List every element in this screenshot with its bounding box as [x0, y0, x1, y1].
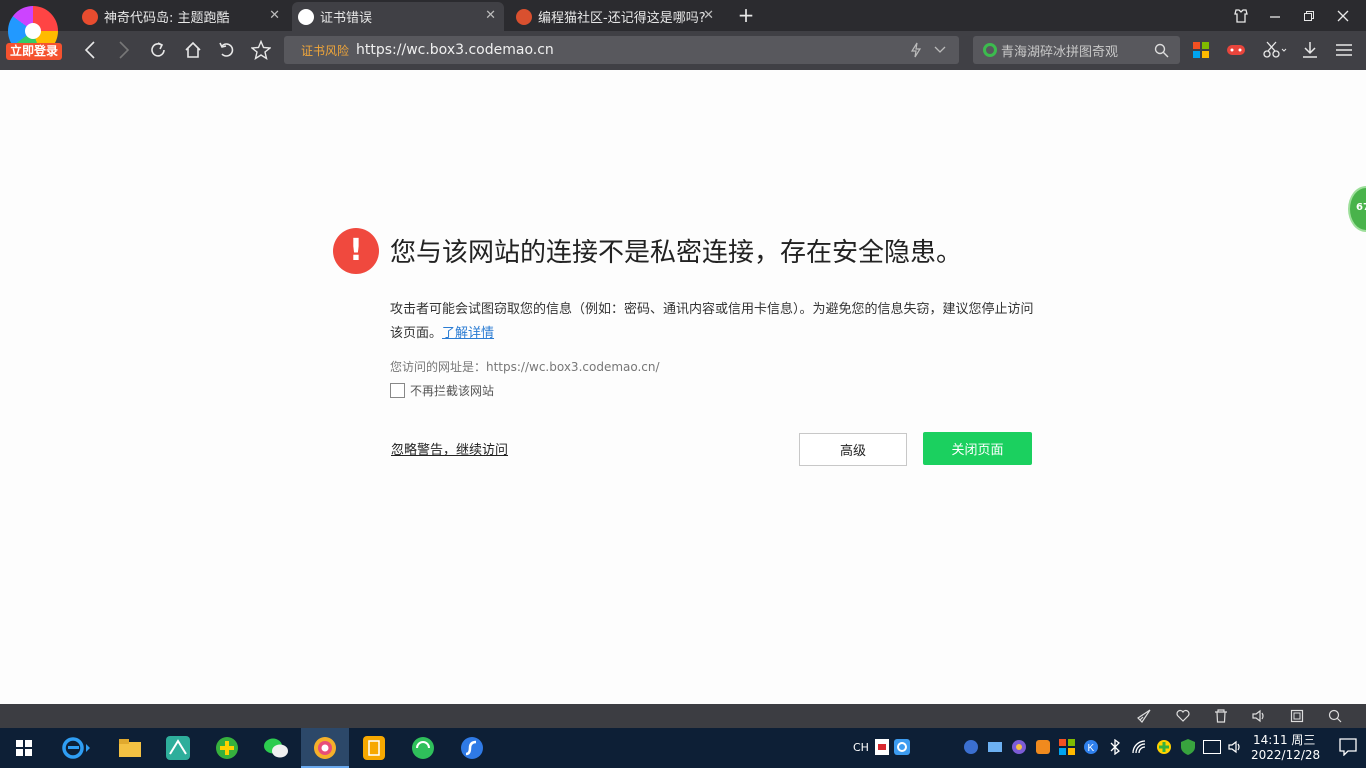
health-heart-icon[interactable]: [1175, 708, 1191, 724]
orange-tray-icon[interactable]: [1034, 737, 1052, 757]
search-engine-icon[interactable]: [983, 43, 997, 57]
tab-title: 编程猫社区-还记得这是哪吗?: [538, 11, 706, 26]
wifi-icon[interactable]: [1130, 737, 1150, 757]
k-tray-icon[interactable]: K: [1082, 737, 1100, 757]
security-guard-icon[interactable]: [213, 734, 241, 762]
tray-app-icon[interactable]: [962, 737, 980, 757]
learn-more-link[interactable]: 了解详情: [442, 326, 494, 341]
tab-title: 神奇代码岛: 主题跑酷: [104, 11, 230, 26]
internet-explorer-icon[interactable]: [62, 734, 90, 762]
undo-close-tab-icon[interactable]: [217, 40, 237, 60]
close-page-button[interactable]: 关闭页面: [923, 432, 1032, 465]
maps-app-icon[interactable]: [164, 734, 192, 762]
speaker-icon[interactable]: [1226, 737, 1246, 757]
login-badge[interactable]: 立即登录: [6, 43, 62, 60]
game-controller-icon[interactable]: [1225, 41, 1247, 59]
search-placeholder: 青海湖碎冰拼图奇观: [1001, 44, 1119, 60]
paint-tray-icon[interactable]: [1010, 737, 1028, 757]
url-text[interactable]: https://wc.box3.codemao.cn: [356, 42, 554, 58]
wechat-icon[interactable]: [262, 734, 290, 762]
colorful-tray-icon[interactable]: [1058, 737, 1076, 757]
windows-taskbar: CH K: [0, 728, 1366, 768]
pdf-tray-icon[interactable]: [872, 736, 892, 758]
zoom-icon[interactable]: [1327, 708, 1343, 724]
bluetooth-icon[interactable]: [1106, 737, 1124, 757]
tab-codemao-island[interactable]: 神奇代码岛: 主题跑酷 ✕: [76, 2, 288, 31]
address-bar[interactable]: 证书风险 https://wc.box3.codemao.cn: [284, 36, 959, 64]
screenshot-scissors-icon[interactable]: [1261, 41, 1289, 59]
blank-page-favicon-icon: [298, 8, 314, 25]
browser-statusbar: [0, 704, 1366, 728]
chevron-down-icon[interactable]: [932, 42, 948, 58]
flash-app-icon[interactable]: [458, 734, 486, 762]
apps-grid-icon[interactable]: [1192, 41, 1210, 59]
menu-icon[interactable]: [1334, 40, 1354, 60]
advanced-button[interactable]: 高级: [799, 433, 907, 466]
qq-tray-icon[interactable]: [892, 736, 912, 758]
volume-icon[interactable]: [1251, 708, 1267, 724]
ime-indicator[interactable]: CH: [853, 741, 869, 754]
page-content: ! 您与该网站的连接不是私密连接，存在安全隐患。 攻击者可能会试图窃取您的信息（…: [0, 70, 1366, 704]
codemao-favicon-icon: [82, 8, 98, 25]
page-title: 您与该网站的连接不是私密连接，存在安全隐患。: [390, 238, 963, 268]
ime-mode-icon[interactable]: [1202, 737, 1222, 757]
download-icon[interactable]: [1300, 40, 1320, 60]
clock-time[interactable]: 14:11 周三: [1253, 731, 1315, 748]
bookmark-star-icon[interactable]: [251, 40, 271, 60]
windows-start-icon[interactable]: [10, 734, 38, 762]
browser-titlebar: 神奇代码岛: 主题跑酷 ✕ 证书错误 ✕ 编程猫社区-还记得这是哪吗? ✕ +: [0, 0, 1366, 31]
guard-tray-icon[interactable]: [1154, 737, 1174, 757]
ignore-warning-link[interactable]: 忽略警告，继续访问: [391, 439, 508, 458]
no-block-label[interactable]: 不再拦截该网站: [410, 382, 494, 399]
search-box[interactable]: 青海湖碎冰拼图奇观: [973, 36, 1180, 64]
file-explorer-icon[interactable]: [116, 734, 144, 762]
minimize-icon[interactable]: [1266, 7, 1284, 25]
search-icon[interactable]: [1153, 42, 1169, 58]
error-exclamation-icon: !: [333, 228, 379, 274]
tab-title: 证书错误: [320, 11, 373, 26]
no-block-checkbox[interactable]: [390, 383, 405, 398]
tab-close-icon[interactable]: ✕: [703, 8, 714, 23]
close-window-icon[interactable]: [1334, 7, 1352, 25]
clock-date[interactable]: 2022/12/28: [1251, 748, 1320, 762]
forward-icon[interactable]: [114, 40, 134, 60]
visited-url-text: 您访问的网址是：https://wc.box3.codemao.cn/: [390, 360, 660, 374]
tab-close-icon[interactable]: ✕: [269, 8, 280, 23]
warning-description: 攻击者可能会试图窃取您的信息（例如：密码、通讯内容或信用卡信息）。为避免您的信息…: [390, 298, 1040, 346]
tab-cert-error[interactable]: 证书错误 ✕: [292, 2, 504, 31]
cert-risk-label[interactable]: 证书风险: [301, 42, 349, 59]
window-icon[interactable]: [1289, 708, 1305, 724]
reload-icon[interactable]: [148, 40, 168, 60]
refresh-app-icon[interactable]: [409, 734, 437, 762]
network-drive-icon[interactable]: [986, 737, 1004, 757]
notification-icon[interactable]: [1336, 734, 1360, 760]
browser-taskbar-icon[interactable]: [301, 728, 349, 768]
home-icon[interactable]: [183, 40, 203, 60]
skin-icon[interactable]: [1232, 7, 1250, 25]
shield-icon[interactable]: [1178, 737, 1198, 757]
no-block-option[interactable]: 不再拦截该网站: [390, 382, 494, 399]
new-tab-plus-icon[interactable]: +: [736, 3, 756, 27]
back-icon[interactable]: [80, 40, 100, 60]
rocket-icon[interactable]: [1136, 708, 1152, 724]
restore-icon[interactable]: [1300, 7, 1318, 25]
tab-codemao-community[interactable]: 编程猫社区-还记得这是哪吗? ✕: [510, 2, 722, 31]
trash-icon[interactable]: [1213, 708, 1229, 724]
codemao-cat-favicon-icon: [516, 8, 532, 25]
notes-app-icon[interactable]: [360, 734, 388, 762]
speed-widget[interactable]: 67: [1348, 186, 1366, 232]
svg-text:K: K: [1088, 743, 1095, 754]
tab-close-icon[interactable]: ✕: [485, 8, 496, 23]
lightning-icon[interactable]: [908, 42, 924, 58]
